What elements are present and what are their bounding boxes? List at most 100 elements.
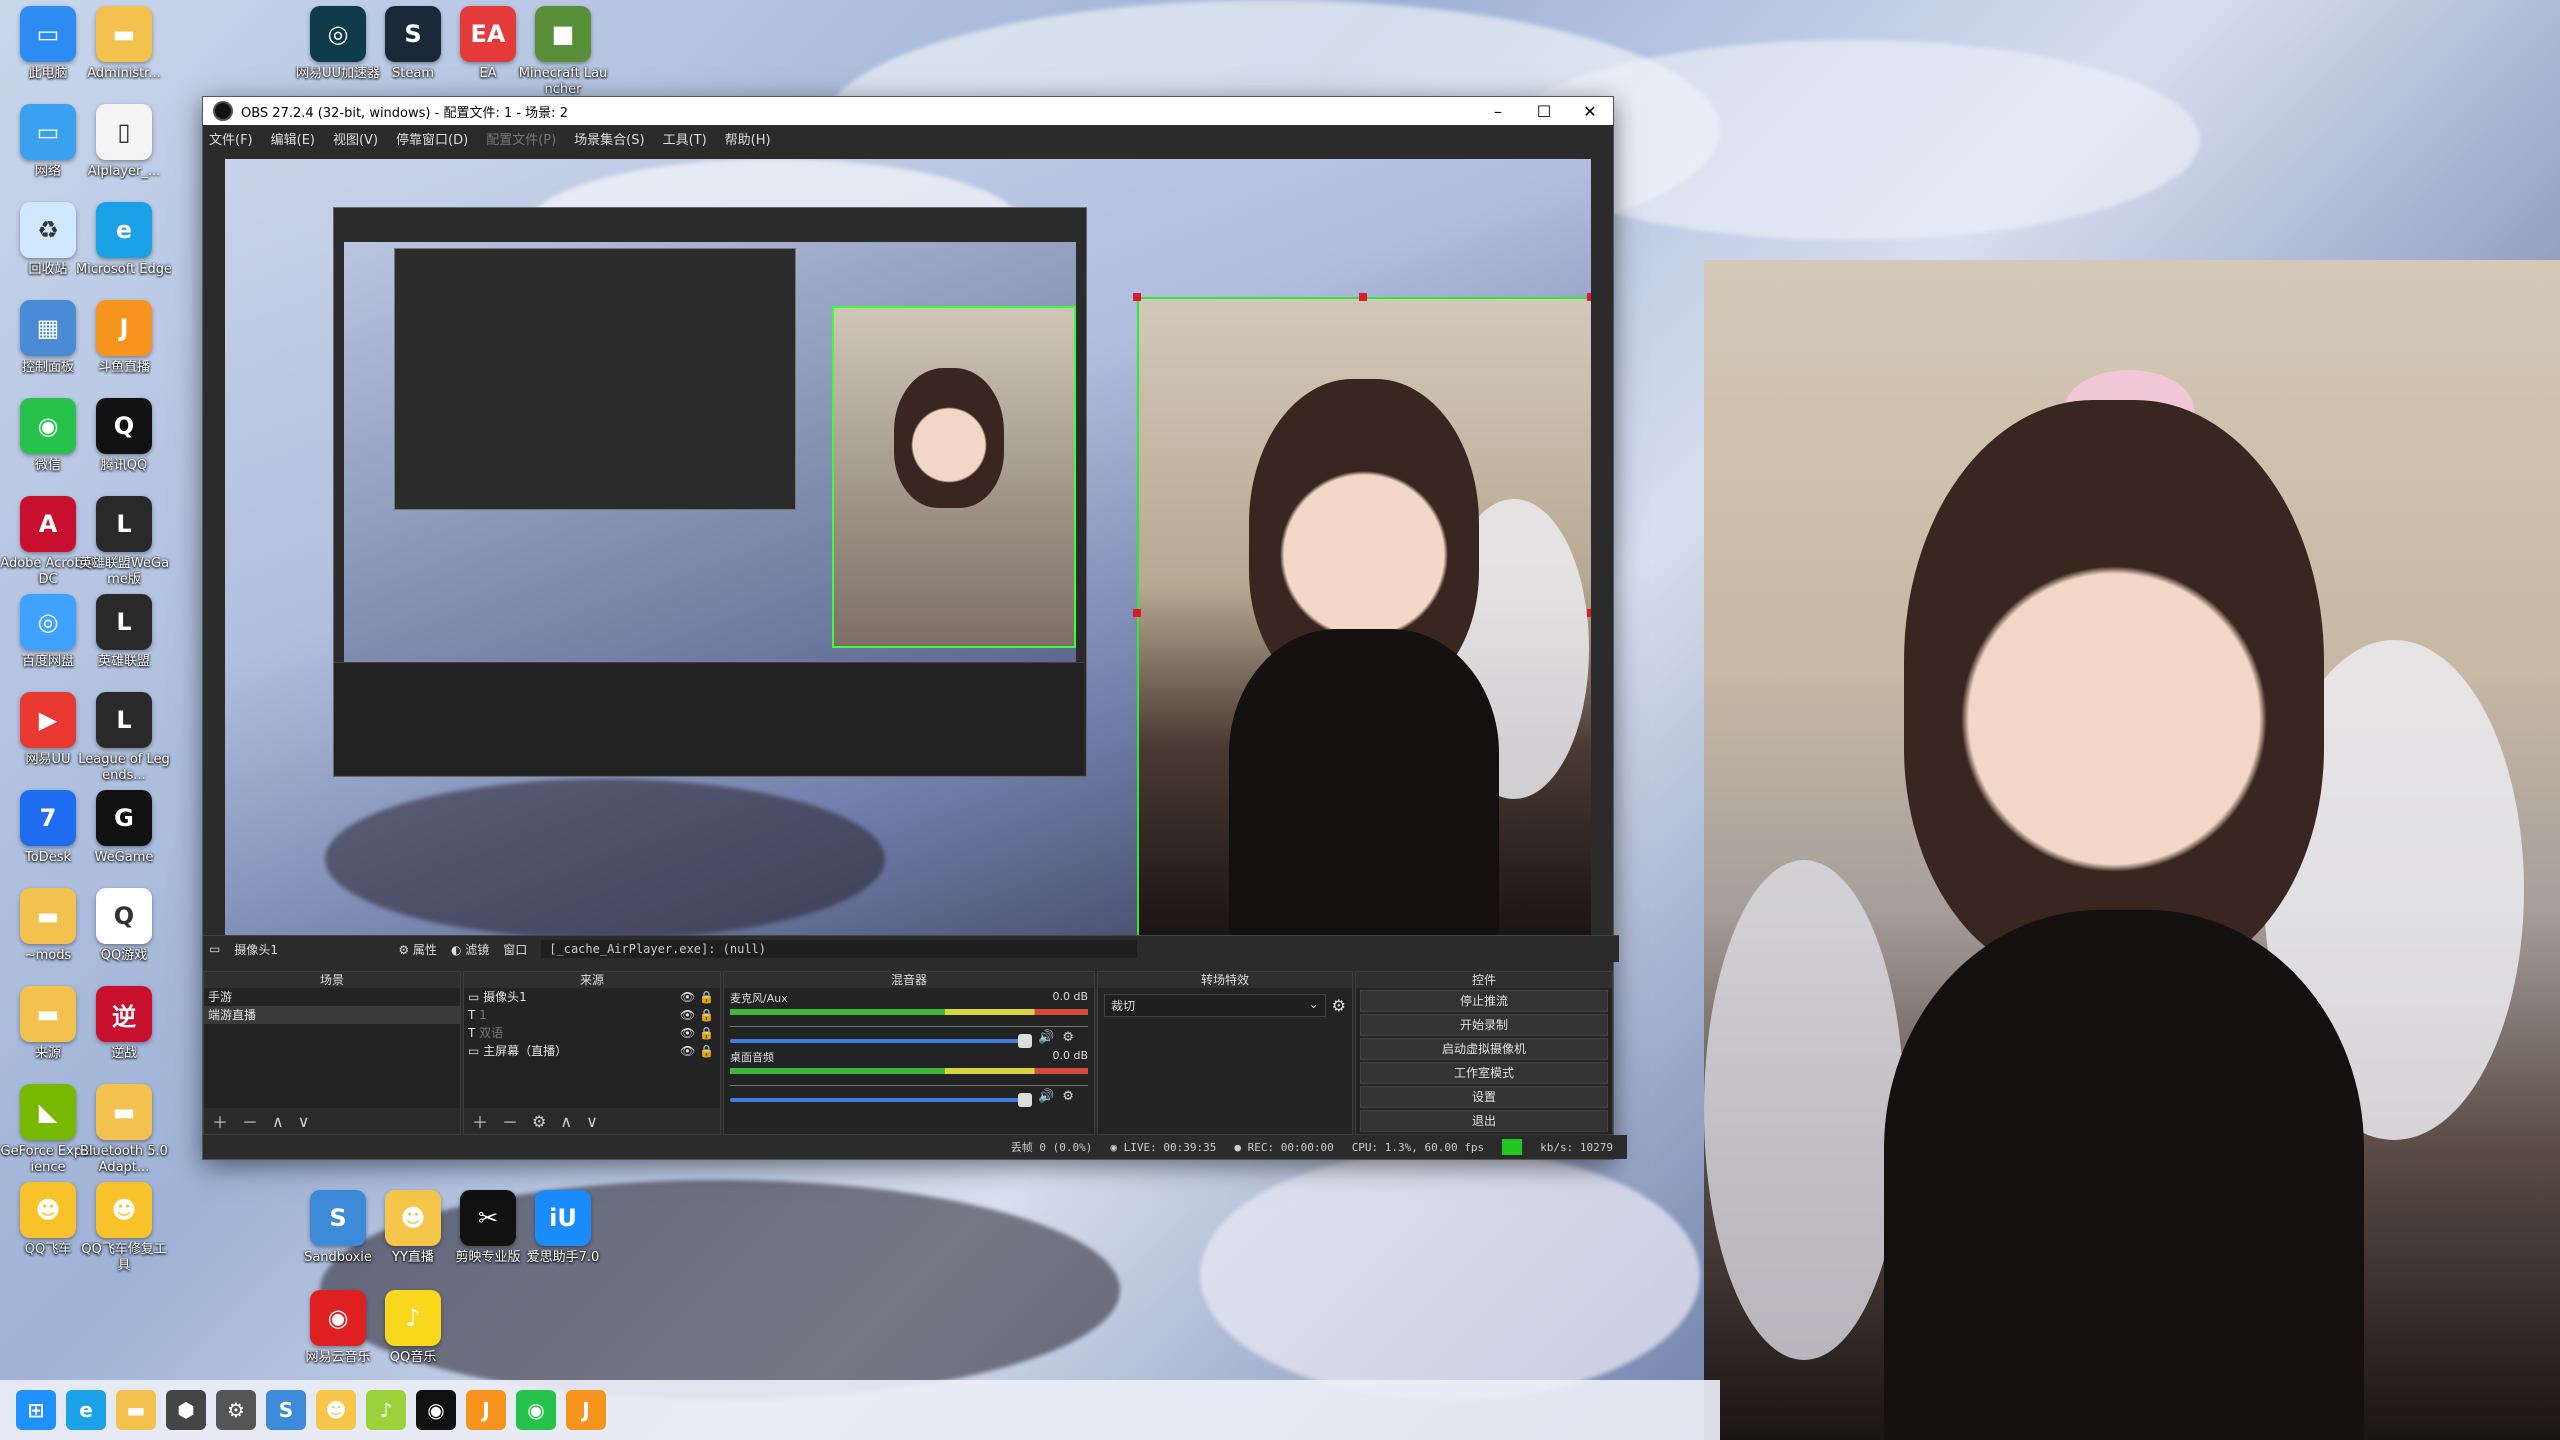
douyu-icon[interactable]: J <box>466 1390 506 1430</box>
bitrate: kb/s: 10279 <box>1540 1140 1613 1154</box>
scene-item[interactable]: 端游直播 <box>204 1006 460 1024</box>
properties-button[interactable]: ⚙ 属性 <box>398 941 437 958</box>
add-scene-button[interactable]: ＋ <box>212 1109 228 1133</box>
explorer-icon[interactable]: ▬ <box>116 1390 156 1430</box>
obs-window: OBS 27.2.4 (32-bit, windows) - 配置文件: 1 -… <box>202 96 1627 1160</box>
lol-icon: L <box>96 594 152 650</box>
desktop-icon[interactable]: iU 爱思助手7.0 <box>515 1190 611 1266</box>
start-icon[interactable]: ⊞ <box>16 1390 56 1430</box>
desktop-icon[interactable]: L League of Legends... <box>76 692 172 784</box>
acrobat-icon: A <box>20 496 76 552</box>
control-button[interactable]: 工作室模式 <box>1360 1062 1608 1084</box>
visibility-lock-icons[interactable]: 👁 🔒 <box>680 1042 720 1060</box>
menu-item[interactable]: 停靠窗口(D) <box>396 129 468 148</box>
visibility-lock-icons[interactable]: 👁 🔒 <box>680 988 720 1006</box>
uu-icon: ▶ <box>20 692 76 748</box>
volume-slider[interactable] <box>730 1092 1032 1107</box>
desktop-icon[interactable]: 逆逆战 <box>76 986 172 1062</box>
desktop-icon[interactable]: e Microsoft Edge <box>76 202 172 278</box>
gear-icon[interactable]: ⚙ <box>1062 1089 1074 1104</box>
edge-icon: e <box>96 202 152 258</box>
control-button[interactable]: 停止推流 <box>1360 990 1608 1012</box>
desktop-icon[interactable]: ■ Minecraft Launcher <box>515 6 611 98</box>
scenes-dock: 场景 手游 端游直播 ＋ － ∧ ∨ <box>203 971 461 1135</box>
control-button[interactable]: 设置 <box>1360 1086 1608 1108</box>
nizhan-icon: 逆 <box>96 986 152 1042</box>
filters-button[interactable]: ◐ 滤镜 <box>451 941 489 958</box>
menu-item[interactable]: 工具(T) <box>663 129 707 148</box>
menu-item[interactable]: 编辑(E) <box>271 129 315 148</box>
move-down-button[interactable]: ∨ <box>586 1112 598 1131</box>
app-icon[interactable]: ⬢ <box>166 1390 206 1430</box>
desktop-icon[interactable]: ☻ QQ飞车修复工具 <box>76 1182 172 1274</box>
volume-slider[interactable] <box>730 1033 1032 1048</box>
control-button[interactable]: 启动虚拟摄像机 <box>1360 1038 1608 1060</box>
add-source-button[interactable]: ＋ <box>472 1109 488 1133</box>
minimize-button[interactable]: – <box>1475 102 1521 121</box>
desktop-icon[interactable]: ▯ AIplayer_... <box>76 104 172 180</box>
control-button[interactable]: 开始录制 <box>1360 1014 1608 1036</box>
menu-item[interactable]: 帮助(H) <box>725 129 771 148</box>
edge-icon[interactable]: e <box>66 1390 106 1430</box>
mixer-channel: 桌面音频 0.0 dB 🔊 ⚙ <box>724 1047 1094 1107</box>
preview-canvas[interactable] <box>225 159 1591 935</box>
gear-icon[interactable]: ⚙ <box>1062 1030 1074 1045</box>
desktop-icon[interactable]: ▬ Bluetooth 5.0 Adapt... <box>76 1084 172 1176</box>
move-down-button[interactable]: ∨ <box>298 1112 310 1131</box>
desktop-icon[interactable]: J 斗鱼直播 <box>76 300 172 376</box>
source-name: 摄像头1 <box>483 990 527 1004</box>
settings-icon[interactable]: ⚙ <box>216 1390 256 1430</box>
source-item[interactable]: T 双语 👁 🔒 <box>464 1024 720 1042</box>
source-item[interactable]: ▭ 摄像头1 👁 🔒 <box>464 988 720 1006</box>
menu-item[interactable]: 场景集合(S) <box>574 129 644 148</box>
window-select[interactable]: [_cache_AirPlayer.exe]: (null) <box>541 940 1138 958</box>
desktop-icon[interactable]: G WeGame <box>76 790 172 866</box>
desktop-icon[interactable]: Q QQ游戏 <box>76 888 172 964</box>
menu-item[interactable]: 配置文件(P) <box>486 129 556 148</box>
douyu2-icon[interactable]: J <box>566 1390 606 1430</box>
sandbox-icon[interactable]: S <box>266 1390 306 1430</box>
transition-select[interactable]: 裁切 ⌄ <box>1104 994 1326 1017</box>
source-item[interactable]: T 1 👁 🔒 <box>464 1006 720 1024</box>
camera-source-selected[interactable] <box>1137 297 1591 935</box>
obs-titlebar[interactable]: OBS 27.2.4 (32-bit, windows) - 配置文件: 1 -… <box>203 97 1613 125</box>
control-button[interactable]: 退出 <box>1360 1110 1608 1132</box>
qqgame-icon: Q <box>96 888 152 944</box>
visibility-lock-icons[interactable]: 👁 🔒 <box>680 1006 720 1024</box>
desktop-icon[interactable]: ▬ Administr... <box>76 6 172 82</box>
desktop-icon[interactable]: L 英雄联盟WeGame版 <box>76 496 172 588</box>
desktop-icon[interactable]: ♪ QQ音乐 <box>365 1290 461 1366</box>
wechat-icon: ◉ <box>20 398 76 454</box>
qqspeed-icon: ☻ <box>20 1182 76 1238</box>
move-up-button[interactable]: ∧ <box>560 1112 572 1131</box>
source-settings-button[interactable]: ⚙ <box>532 1112 546 1131</box>
remove-source-button[interactable]: － <box>502 1109 518 1133</box>
steam-icon: S <box>385 6 441 62</box>
wechat-icon[interactable]: ◉ <box>516 1390 556 1430</box>
desktop-icon[interactable]: L 英雄联盟 <box>76 594 172 670</box>
source-icon: ▭ <box>209 942 221 956</box>
menu-item[interactable]: 文件(F) <box>209 129 253 148</box>
speaker-icon[interactable]: 🔊 <box>1038 1089 1054 1104</box>
source-item[interactable]: ▭ 主屏幕（直播） 👁 🔒 <box>464 1042 720 1060</box>
move-up-button[interactable]: ∧ <box>272 1112 284 1131</box>
window-label: 窗口 <box>503 942 528 957</box>
file-icon: ▯ <box>96 104 152 160</box>
visibility-lock-icons[interactable]: 👁 🔒 <box>680 1024 720 1042</box>
gear-icon[interactable]: ⚙ <box>1332 996 1346 1015</box>
obs-icon[interactable]: ◉ <box>416 1390 456 1430</box>
close-button[interactable]: ✕ <box>1567 102 1613 121</box>
speaker-icon[interactable]: 🔊 <box>1038 1030 1054 1045</box>
remove-scene-button[interactable]: － <box>242 1109 258 1133</box>
desktop-icon-label: QQ游戏 <box>100 948 148 963</box>
menu-item[interactable]: 视图(V) <box>333 129 378 148</box>
music-icon[interactable]: ♪ <box>366 1390 406 1430</box>
qqspeed-fix-icon: ☻ <box>96 1182 152 1238</box>
yy-icon[interactable]: ☻ <box>316 1390 356 1430</box>
folder-icon: ▬ <box>96 1084 152 1140</box>
scene-item[interactable]: 手游 <box>204 988 460 1006</box>
desktop-icon[interactable]: Q 腾讯QQ <box>76 398 172 474</box>
desktop-icon-label: 英雄联盟WeGame版 <box>78 556 170 587</box>
maximize-button[interactable]: ☐ <box>1521 102 1567 121</box>
live-status: ◉ LIVE: 00:39:35 <box>1110 1140 1217 1154</box>
